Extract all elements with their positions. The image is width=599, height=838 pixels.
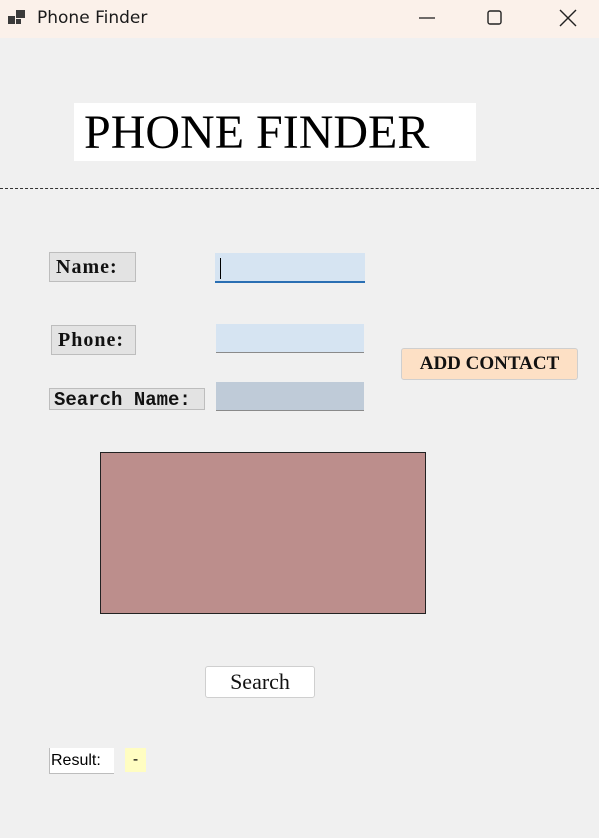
divider: [0, 188, 599, 189]
search-button[interactable]: Search: [205, 666, 315, 698]
name-input[interactable]: [215, 253, 365, 283]
close-button[interactable]: [545, 0, 591, 36]
add-contact-button[interactable]: ADD CONTACT: [401, 348, 578, 380]
search-name-label: Search Name:: [49, 388, 205, 411]
results-list[interactable]: [100, 452, 426, 614]
phone-input[interactable]: [216, 324, 364, 353]
window-title: Phone Finder: [37, 8, 148, 28]
page-title: PHONE FINDER: [84, 106, 430, 159]
minimize-icon: [419, 17, 435, 19]
name-label: Name:: [49, 252, 136, 282]
search-name-input[interactable]: [216, 382, 364, 411]
maximize-button[interactable]: [472, 0, 518, 36]
result-label: Result:: [49, 748, 114, 774]
minimize-button[interactable]: [404, 0, 450, 36]
app-window-icon: [8, 9, 26, 25]
text-cursor: [220, 258, 221, 279]
title-bar: Phone Finder: [0, 0, 599, 38]
phone-label: Phone:: [51, 325, 136, 355]
close-icon: [559, 9, 577, 27]
page-title-box: PHONE FINDER: [74, 103, 476, 161]
result-value: -: [125, 748, 146, 772]
maximize-icon: [487, 10, 502, 25]
